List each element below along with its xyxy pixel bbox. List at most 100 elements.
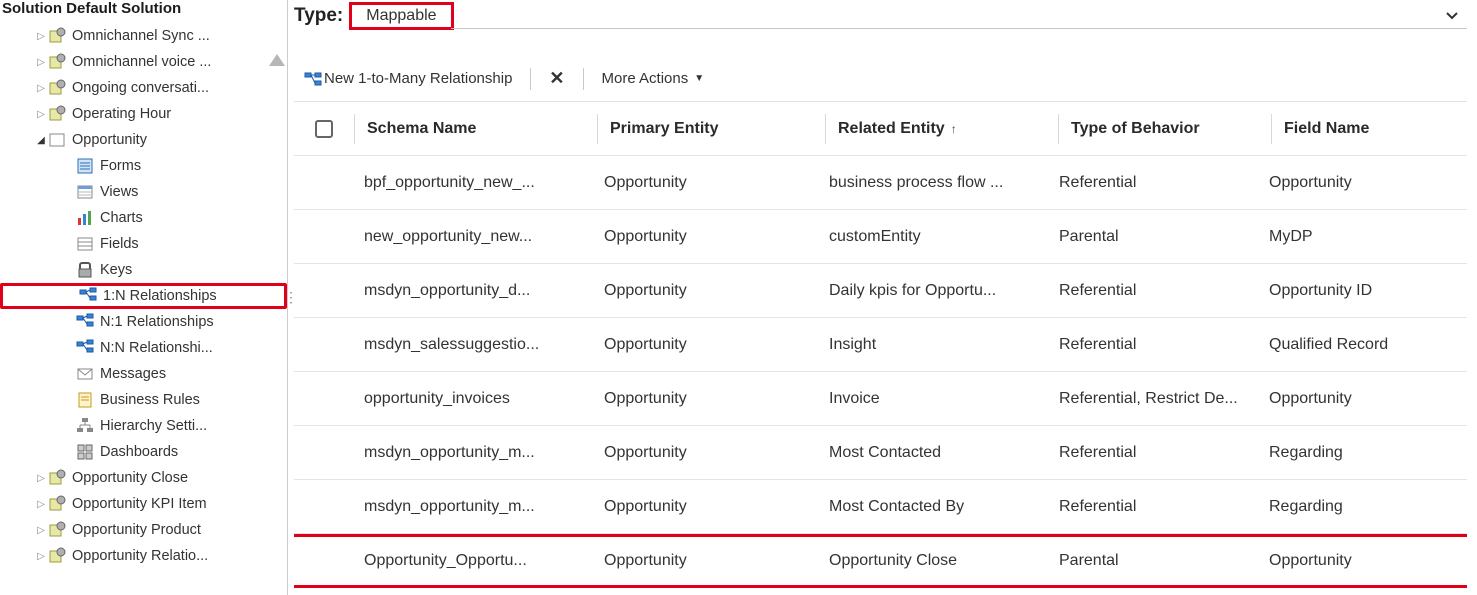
tree-node[interactable]: Views (0, 179, 287, 205)
cell-behavior: Referential (1049, 282, 1259, 300)
select-all-cell[interactable] (294, 120, 354, 138)
cell-behavior: Parental (1049, 552, 1259, 570)
col-header-primary[interactable]: Primary Entity (600, 120, 825, 138)
type-value: Mappable (349, 2, 453, 30)
expand-icon[interactable]: ▷ (34, 473, 48, 484)
charts-icon (76, 209, 94, 227)
more-actions-button[interactable]: More Actions ▼ (592, 68, 715, 89)
table-row[interactable]: msdyn_opportunity_d...OpportunityDaily k… (294, 264, 1467, 318)
rel-nn-icon (76, 339, 94, 357)
collapse-icon[interactable]: ◢ (34, 135, 48, 146)
expand-icon[interactable]: ▷ (34, 57, 48, 68)
tree-node[interactable]: Fields (0, 231, 287, 257)
tree-node[interactable]: 1:N Relationships (0, 283, 287, 309)
cell-related: business process flow ... (819, 174, 1049, 192)
entity-product-icon (48, 521, 66, 539)
expand-icon[interactable]: ▷ (34, 31, 48, 42)
tree-node-label: Opportunity KPI Item (72, 496, 207, 512)
cell-schema: new_opportunity_new... (354, 228, 594, 246)
expand-icon[interactable]: ▷ (34, 83, 48, 94)
entity-voice-icon (48, 53, 66, 71)
table-row[interactable]: msdyn_salessuggestio...OpportunityInsigh… (294, 318, 1467, 372)
tree-node[interactable]: Charts (0, 205, 287, 231)
entity-close-icon (48, 469, 66, 487)
rules-icon (76, 391, 94, 409)
tree-node[interactable]: ▷ Opportunity Product (0, 517, 287, 543)
tree-node[interactable]: ◢ Opportunity (0, 127, 287, 153)
cell-primary: Opportunity (594, 336, 819, 354)
entity-relation-icon (48, 547, 66, 565)
cell-related: customEntity (819, 228, 1049, 246)
cell-field: Opportunity (1259, 390, 1467, 408)
cell-field: Qualified Record (1259, 336, 1467, 354)
sort-asc-icon: ↑ (951, 122, 957, 136)
tree-node[interactable]: ▷ Opportunity KPI Item (0, 491, 287, 517)
tree-node[interactable]: Dashboards (0, 439, 287, 465)
rel-n1-icon (76, 313, 94, 331)
cell-field: Opportunity (1259, 174, 1467, 192)
cell-field: Opportunity ID (1259, 282, 1467, 300)
cell-field: MyDP (1259, 228, 1467, 246)
tree-node-label: 1:N Relationships (103, 288, 217, 304)
tree-node[interactable]: Business Rules (0, 387, 287, 413)
type-select[interactable]: Mappable (349, 2, 1467, 30)
expand-icon[interactable]: ▷ (34, 525, 48, 536)
tree-node[interactable]: ▷Omnichannel voice ... (0, 49, 287, 75)
tree-node-label: Opportunity (72, 132, 147, 148)
fields-icon (76, 235, 94, 253)
tree-node-label: Hierarchy Setti... (100, 418, 207, 434)
entity-opportunity-icon (48, 131, 66, 149)
tree-node[interactable]: Forms (0, 153, 287, 179)
table-row[interactable]: msdyn_opportunity_m...OpportunityMost Co… (294, 426, 1467, 480)
table-row[interactable]: Opportunity_Opportu...OpportunityOpportu… (294, 534, 1467, 588)
cell-behavior: Referential (1049, 498, 1259, 516)
tree-node[interactable]: ▷Opportunity Relatio... (0, 543, 287, 569)
table-row[interactable]: opportunity_invoicesOpportunityInvoiceRe… (294, 372, 1467, 426)
rel-1n-icon (79, 287, 97, 305)
tree-node[interactable]: N:1 Relationships (0, 309, 287, 335)
select-all-checkbox[interactable] (315, 120, 333, 138)
tree-node-label: Charts (100, 210, 143, 226)
toolbar: New 1-to-Many Relationship ✕ More Action… (294, 60, 1467, 102)
keys-icon (76, 261, 94, 279)
messages-icon (76, 365, 94, 383)
cell-related: Opportunity Close (819, 552, 1049, 570)
cell-schema: bpf_opportunity_new_... (354, 174, 594, 192)
chevron-down-icon[interactable] (1437, 3, 1467, 29)
tree-node[interactable]: Messages (0, 361, 287, 387)
delete-button[interactable]: ✕ (539, 66, 574, 91)
cell-schema: msdyn_opportunity_m... (354, 444, 594, 462)
table-row[interactable]: new_opportunity_new...OpportunitycustomE… (294, 210, 1467, 264)
new-relationship-button[interactable]: New 1-to-Many Relationship (294, 68, 522, 90)
cell-primary: Opportunity (594, 282, 819, 300)
col-header-behavior[interactable]: Type of Behavior (1061, 120, 1271, 138)
col-header-field[interactable]: Field Name (1274, 120, 1467, 138)
table-row[interactable]: bpf_opportunity_new_... Opportunity busine… (294, 156, 1467, 210)
dashboards-icon (76, 443, 94, 461)
tree-node[interactable]: ▷ Ongoing conversati... (0, 75, 287, 101)
views-icon (76, 183, 94, 201)
cell-primary: Opportunity (594, 552, 819, 570)
entity-hour-icon (48, 105, 66, 123)
expand-icon[interactable]: ▷ (34, 551, 48, 562)
tree-node[interactable]: Keys (0, 257, 287, 283)
tree-node-label: Fields (100, 236, 139, 252)
main-content: Type: Mappable New 1-to-Many Relationshi… (294, 0, 1477, 595)
tree-node[interactable]: ▷Omnichannel Sync ... (0, 23, 287, 49)
col-header-related[interactable]: Related Entity↑ (828, 120, 1058, 138)
tree-node-label: Opportunity Product (72, 522, 201, 538)
tree-node[interactable]: ▷Opportunity Close (0, 465, 287, 491)
col-header-schema[interactable]: Schema Name (357, 120, 597, 138)
tree-node[interactable]: ▷Operating Hour (0, 101, 287, 127)
cell-field: Regarding (1259, 444, 1467, 462)
tree-node-label: Ongoing conversati... (72, 80, 209, 96)
tree-node[interactable]: Hierarchy Setti... (0, 413, 287, 439)
relationships-grid: Schema Name Primary Entity Related Entit… (294, 102, 1467, 595)
entity-convo-icon (48, 79, 66, 97)
cell-primary: Opportunity (594, 228, 819, 246)
expand-icon[interactable]: ▷ (34, 499, 48, 510)
scroll-up-arrow[interactable] (269, 54, 285, 66)
table-row[interactable]: msdyn_opportunity_m...OpportunityMost Co… (294, 480, 1467, 534)
expand-icon[interactable]: ▷ (34, 109, 48, 120)
tree-node[interactable]: N:N Relationshi... (0, 335, 287, 361)
